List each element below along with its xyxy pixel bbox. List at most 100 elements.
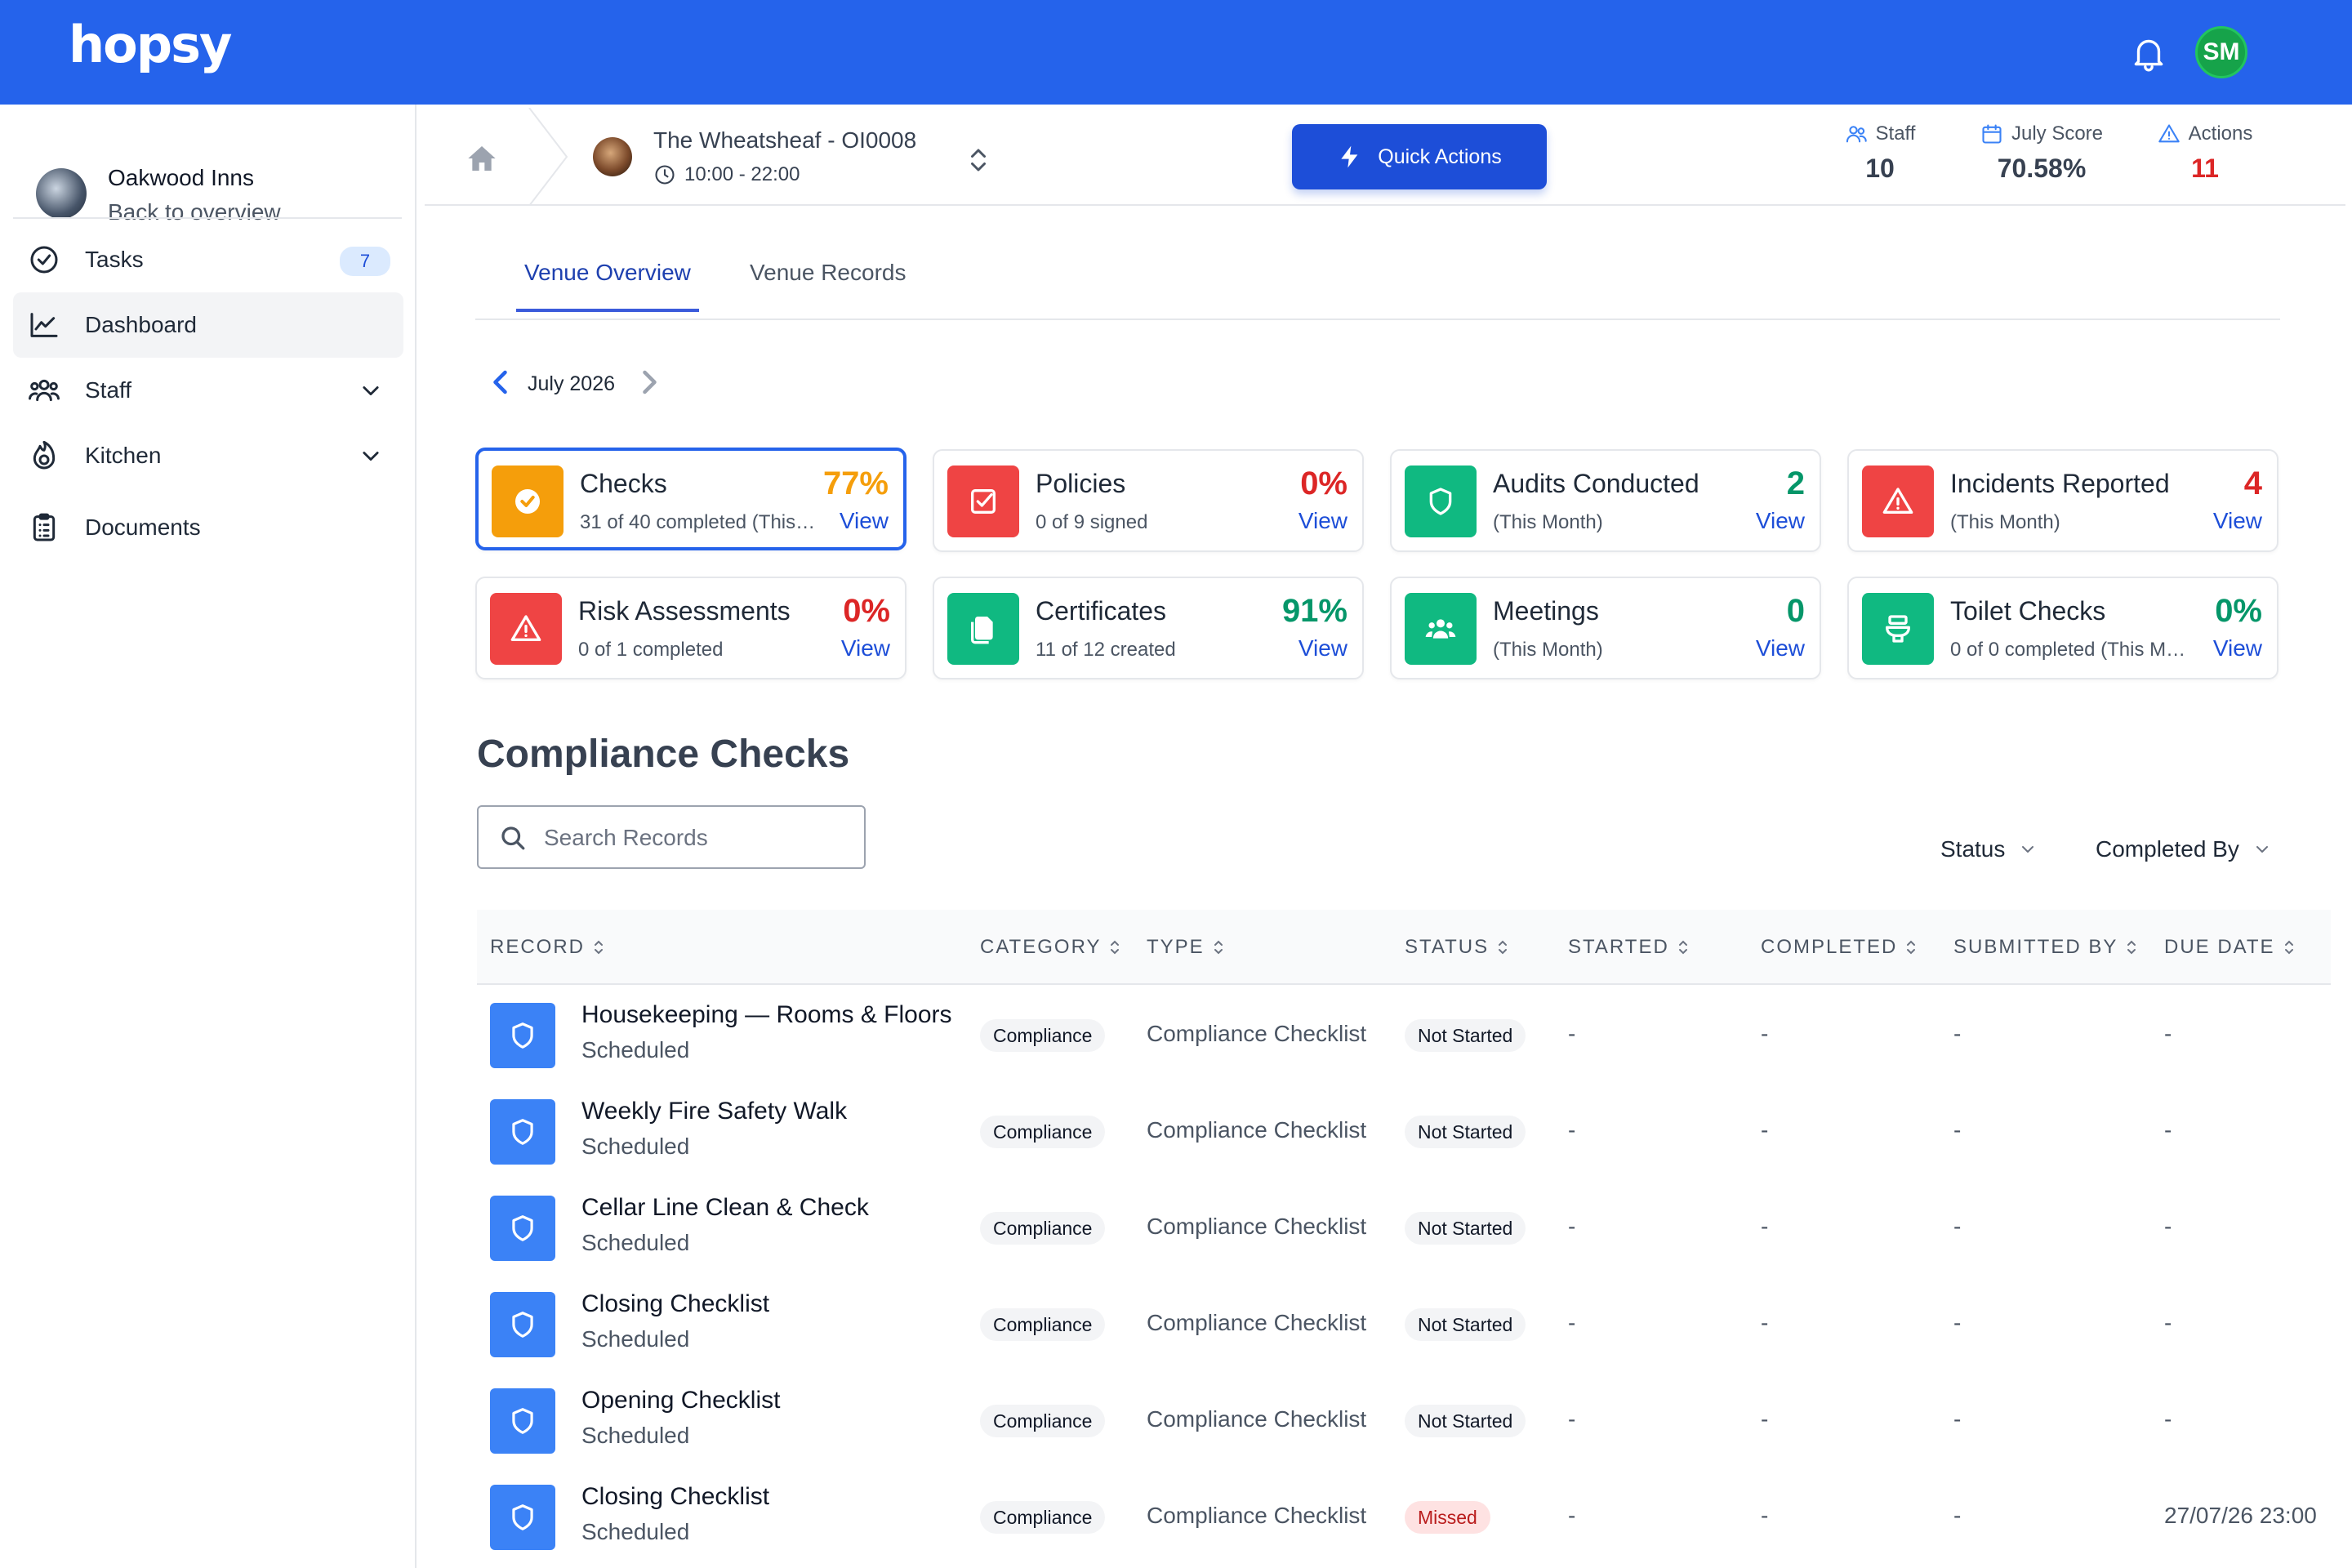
started-value: - [1568, 1406, 1576, 1432]
column-header-status[interactable]: STATUS [1405, 936, 1508, 959]
column-label: DUE DATE [2164, 936, 2275, 958]
app-logo[interactable]: hopsy [69, 15, 232, 74]
column-header-type[interactable]: TYPE [1147, 936, 1224, 959]
status-filter[interactable]: Status [1940, 836, 2038, 862]
tab-venue-records[interactable]: Venue Records [742, 260, 914, 309]
card-view-link[interactable]: View [1298, 635, 1348, 662]
card-policies[interactable]: Policies 0 of 9 signed 0% View [933, 449, 1364, 552]
stat-label: Actions [2188, 122, 2253, 145]
warning-icon [1862, 466, 1934, 537]
chevron-down-icon[interactable] [359, 444, 382, 467]
checkbox-icon [947, 466, 1019, 537]
table-row[interactable]: Opening Checklist Scheduled Compliance C… [477, 1372, 2331, 1468]
table-row[interactable]: Weekly Fire Safety Walk Scheduled Compli… [477, 1083, 2331, 1179]
started-value: - [1568, 1214, 1576, 1239]
card-view-link[interactable]: View [841, 635, 890, 662]
card-subtitle: (This Month) [1493, 639, 1603, 661]
table-row[interactable]: Housekeeping — Rooms & Floors Scheduled … [477, 987, 2331, 1083]
sidebar-item-tasks[interactable]: Tasks 7 [13, 227, 403, 292]
card-view-link[interactable]: View [1756, 635, 1805, 662]
started-value: - [1568, 1117, 1576, 1143]
started-value: - [1568, 1503, 1576, 1528]
record-type: Compliance Checklist [1147, 1406, 1367, 1432]
card-subtitle: (This Month) [1493, 511, 1603, 533]
sidebar-item-documents[interactable]: Documents [13, 495, 403, 560]
card-risk-assessments[interactable]: Risk Assessments 0 of 1 completed 0% Vie… [475, 577, 906, 679]
card-toilet-checks[interactable]: Toilet Checks 0 of 0 completed (This Mon… [1847, 577, 2278, 679]
due-date-value: 27/07/26 23:00 [2164, 1503, 2317, 1528]
due-date-value: - [2164, 1406, 2172, 1432]
org-switcher[interactable]: Oakwood Inns Back to overview [36, 137, 395, 225]
record-schedule: Scheduled [581, 1134, 690, 1159]
bell-icon[interactable] [2128, 33, 2169, 74]
chevron-up-down-icon[interactable] [964, 144, 993, 176]
submitted-by-value: - [1953, 1503, 1962, 1528]
shield-icon [490, 1292, 555, 1357]
completed-value: - [1761, 1021, 1769, 1046]
stat-july-score[interactable]: July Score 70.58% [1960, 122, 2123, 184]
org-avatar [36, 168, 87, 219]
chevron-right-icon[interactable] [634, 364, 663, 400]
chevron-down-icon[interactable] [359, 379, 382, 402]
category-badge: Compliance [980, 1019, 1106, 1052]
user-avatar[interactable]: SM [2195, 26, 2247, 78]
tab-venue-overview[interactable]: Venue Overview [516, 260, 699, 312]
record-name[interactable]: Housekeeping — Rooms & Floors [581, 1001, 952, 1029]
completed-value: - [1761, 1406, 1769, 1432]
chevron-down-icon [2022, 846, 2034, 853]
search-field[interactable] [477, 805, 866, 869]
stat-label: Staff [1875, 122, 1916, 145]
record-schedule: Scheduled [581, 1326, 690, 1352]
card-audits-conducted[interactable]: Audits Conducted (This Month) 2 View [1390, 449, 1821, 552]
sidebar-item-staff[interactable]: Staff [13, 358, 403, 423]
record-name[interactable]: Weekly Fire Safety Walk [581, 1098, 847, 1125]
due-date-value: - [2164, 1021, 2172, 1046]
table-row[interactable]: Cellar Line Clean & Check Scheduled Comp… [477, 1179, 2331, 1276]
card-view-link[interactable]: View [2213, 508, 2262, 534]
card-subtitle: 0 of 0 completed (This Month) [1950, 639, 2187, 661]
column-header-started[interactable]: STARTED [1568, 936, 1689, 959]
back-to-overview-link[interactable]: Back to overview [108, 199, 281, 225]
record-name[interactable]: Cellar Line Clean & Check [581, 1194, 869, 1222]
card-title: Policies [1036, 469, 1126, 498]
card-checks[interactable]: Checks 31 of 40 completed (This Month) 7… [475, 448, 906, 550]
column-label: STARTED [1568, 936, 1669, 958]
card-certificates[interactable]: Certificates 11 of 12 created 91% View [933, 577, 1364, 679]
sidebar-item-kitchen[interactable]: Kitchen [13, 423, 403, 488]
started-value: - [1568, 1310, 1576, 1335]
table-row[interactable]: Closing Checklist Scheduled Compliance C… [477, 1276, 2331, 1372]
calendar-icon [1982, 124, 2002, 144]
category-badge: Compliance [980, 1308, 1106, 1341]
record-name[interactable]: Closing Checklist [581, 1483, 769, 1511]
column-header-submitted-by[interactable]: SUBMITTED BY [1953, 936, 2137, 959]
due-date-value: - [2164, 1117, 2172, 1143]
card-view-link[interactable]: View [2213, 635, 2262, 662]
card-incidents-reported[interactable]: Incidents Reported (This Month) 4 View [1847, 449, 2278, 552]
column-header-completed[interactable]: COMPLETED [1761, 936, 1917, 959]
table-row[interactable]: Closing Checklist Scheduled Compliance C… [477, 1468, 2331, 1565]
record-name[interactable]: Closing Checklist [581, 1290, 769, 1318]
stat-value: 10 [1865, 154, 1895, 183]
stat-actions[interactable]: Actions 11 [2143, 122, 2267, 184]
sidebar-item-dashboard[interactable]: Dashboard [13, 292, 403, 358]
card-meetings[interactable]: Meetings (This Month) 0 View [1390, 577, 1821, 679]
shield-icon [490, 1003, 555, 1068]
card-view-link[interactable]: View [1298, 508, 1348, 534]
stat-staff[interactable]: Staff 10 [1831, 122, 1929, 184]
status-badge: Not Started [1405, 1405, 1526, 1437]
home-icon[interactable] [466, 142, 498, 175]
card-title: Audits Conducted [1493, 469, 1699, 498]
submitted-by-value: - [1953, 1021, 1962, 1046]
record-name[interactable]: Opening Checklist [581, 1387, 780, 1414]
record-schedule: Scheduled [581, 1230, 690, 1255]
column-header-category[interactable]: CATEGORY [980, 936, 1120, 959]
column-header-due-date[interactable]: DUE DATE [2164, 936, 2295, 959]
card-view-link[interactable]: View [840, 508, 889, 534]
users-icon [1846, 126, 1867, 143]
quick-actions-button[interactable]: Quick Actions [1292, 124, 1547, 189]
completed-by-filter[interactable]: Completed By [2096, 836, 2272, 862]
card-view-link[interactable]: View [1756, 508, 1805, 534]
search-input[interactable] [544, 815, 854, 861]
column-header-record[interactable]: RECORD [490, 936, 604, 959]
chevron-left-icon[interactable] [487, 364, 516, 400]
